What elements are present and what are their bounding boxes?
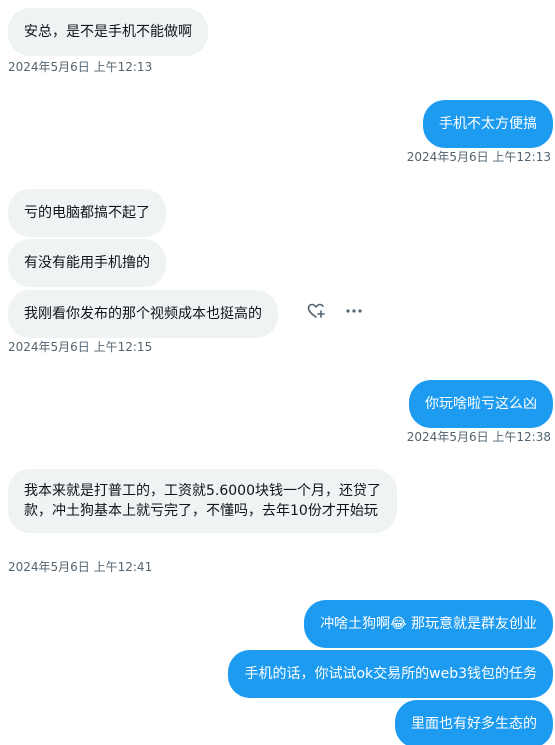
message-bubble-incoming[interactable]: 我本来就是打普工的，工资就5.6000块钱一个月，还贷了款，冲土狗基本上就亏完了… <box>8 469 397 533</box>
message-text: 我刚看你发布的那个视频成本也挺高的 <box>24 306 262 322</box>
message-text: 我本来就是打普工的，工资就5.6000块钱一个月，还贷了款，冲土狗基本上就亏完了… <box>24 483 381 519</box>
message-bubble-outgoing[interactable]: 你玩啥啦亏这么凶 <box>409 380 553 428</box>
message-timestamp: 2024年5月6日 上午12:38 <box>406 430 551 444</box>
message-bubble-outgoing[interactable]: 里面也有好多生态的 <box>395 700 553 745</box>
message-text: 有没有能用手机撸的 <box>24 255 150 271</box>
message-bubble-incoming[interactable]: 我刚看你发布的那个视频成本也挺高的 <box>8 290 278 338</box>
message-timestamp: 2024年5月6日 上午12:13 <box>406 150 551 164</box>
message-bubble-incoming[interactable]: 安总，是不是手机不能做啊 <box>8 8 208 56</box>
add-reaction-heart-icon[interactable] <box>306 301 326 321</box>
message-text: 亏的电脑都搞不起了 <box>24 205 150 221</box>
message-text: 手机的话，你试试ok交易所的web3钱包的任务 <box>244 666 537 682</box>
message-bubble-incoming[interactable]: 有没有能用手机撸的 <box>8 239 166 287</box>
message-actions <box>306 301 364 321</box>
more-horizontal-icon[interactable] <box>344 301 364 321</box>
message-bubble-outgoing[interactable]: 手机的话，你试试ok交易所的web3钱包的任务 <box>228 650 553 698</box>
chat-thread: 安总，是不是手机不能做啊 2024年5月6日 上午12:13 手机不太方便搞 2… <box>0 0 555 745</box>
message-timestamp: 2024年5月6日 上午12:41 <box>8 560 153 574</box>
message-timestamp: 2024年5月6日 上午12:13 <box>8 60 153 74</box>
message-text: 里面也有好多生态的 <box>411 716 537 732</box>
message-bubble-outgoing[interactable]: 手机不太方便搞 <box>423 100 553 148</box>
message-text-part: 那玩意就是群友创业 <box>406 616 537 632</box>
message-text: 手机不太方便搞 <box>439 116 537 132</box>
message-text: 你玩啥啦亏这么凶 <box>425 396 537 412</box>
message-bubble-outgoing[interactable]: 冲啥土狗啊😂 那玩意就是群友创业 <box>304 600 553 648</box>
message-bubble-incoming[interactable]: 亏的电脑都搞不起了 <box>8 189 166 237</box>
message-text: 安总，是不是手机不能做啊 <box>24 24 192 40</box>
message-timestamp: 2024年5月6日 上午12:15 <box>8 340 153 354</box>
message-text-part: 冲啥土狗啊 <box>320 616 391 632</box>
laughing-emoji-icon: 😂 <box>390 616 407 632</box>
